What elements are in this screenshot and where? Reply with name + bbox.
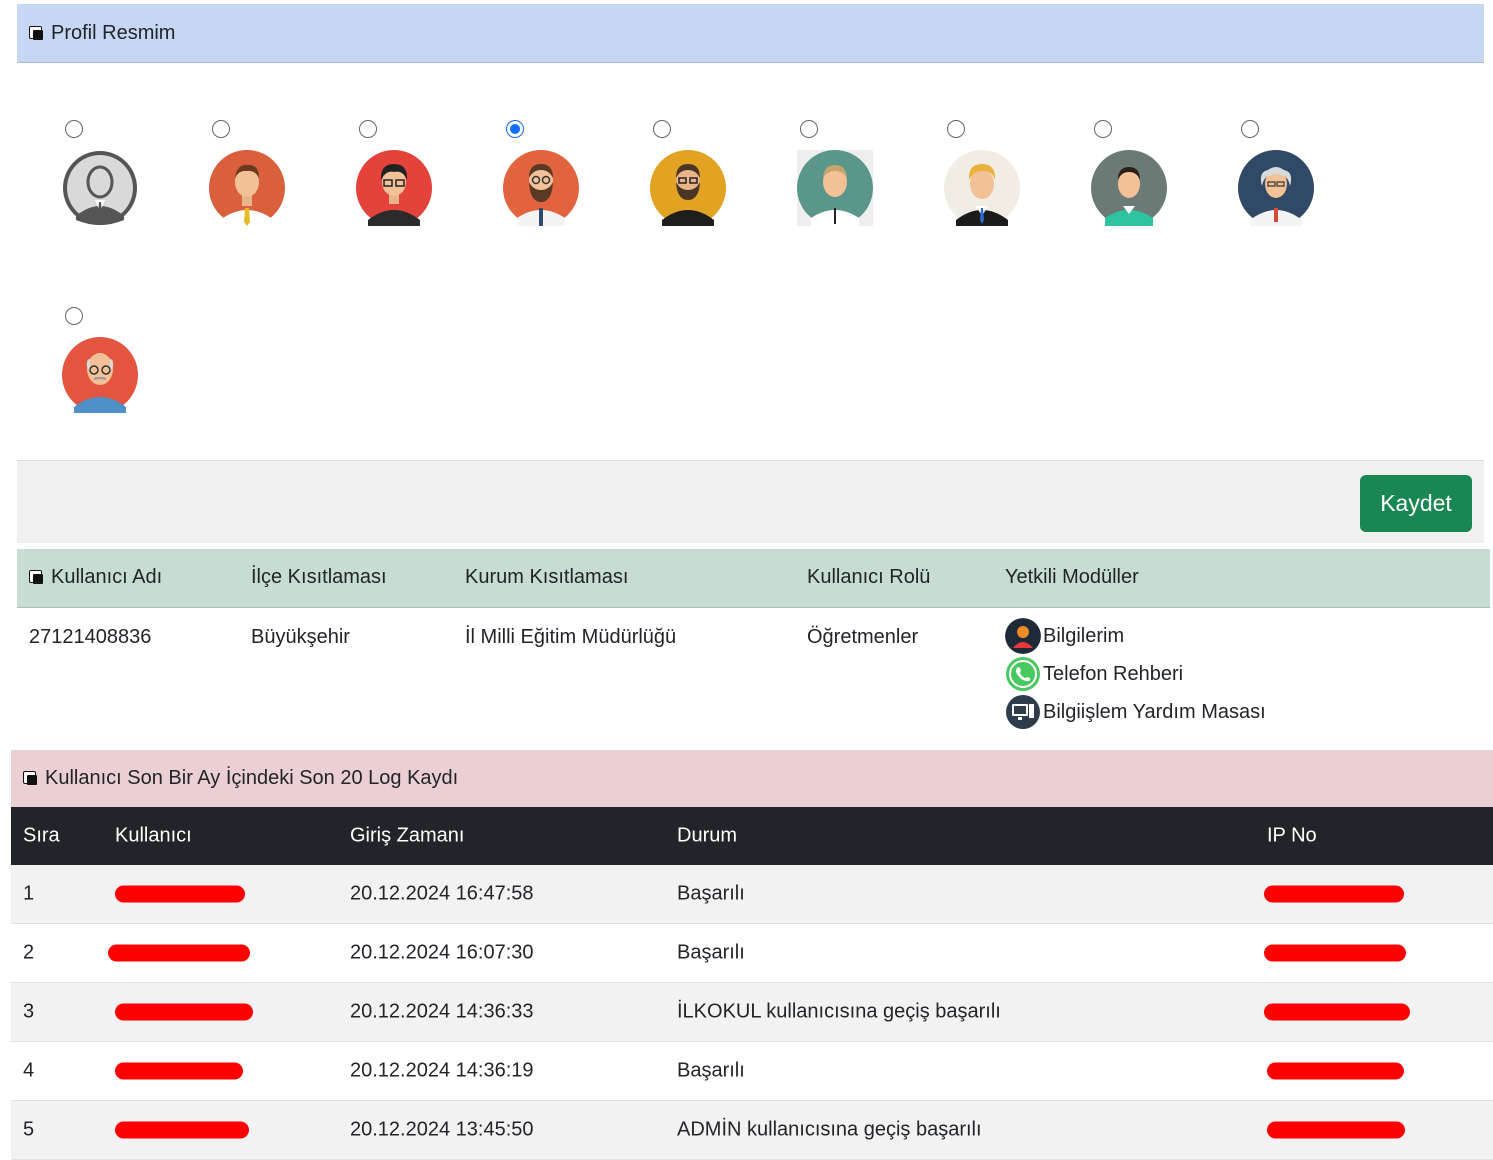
avatar-yellow-bearded-man-icon[interactable] — [650, 150, 726, 226]
avatar-option-6[interactable] — [797, 120, 880, 231]
avatar-option-5[interactable] — [650, 120, 733, 231]
module-item-bilgiislem-yardim-masasi[interactable]: Bilgiişlem Yardım Masası — [1005, 694, 1266, 730]
header-username: Kullanıcı Adı — [29, 566, 162, 589]
header-district: İlçe Kısıtlaması — [251, 566, 387, 588]
avatar-bearded-man-icon[interactable] — [503, 150, 579, 226]
avatar-option-7[interactable] — [944, 120, 1027, 231]
avatar-red-glasses-man-icon[interactable] — [356, 150, 432, 226]
profile-picture-card: Profil Resmim Kaydet — [17, 4, 1484, 543]
avatar-option-1[interactable] — [62, 120, 145, 231]
user-info-table: Kullanıcı Adı İlçe Kısıtlaması Kurum Kıs… — [17, 549, 1490, 748]
avatar-option-4[interactable] — [503, 120, 586, 231]
table-row: 5 20.12.2024 13:45:50 ADMİN kullanıcısın… — [11, 1101, 1493, 1160]
redacted-user — [115, 1062, 243, 1080]
avatar-radio-6[interactable] — [800, 120, 818, 138]
row-index: 3 — [23, 1000, 35, 1023]
log-table-header: Sıra Kullanıcı Giriş Zamanı Durum IP No — [11, 807, 1493, 865]
avatar-radio-2[interactable] — [212, 120, 230, 138]
log-card-title: Kullanıcı Son Bir Ay İçindeki Son 20 Log… — [45, 767, 459, 789]
user-profile-icon — [1005, 618, 1041, 654]
module-label: Bilgiişlem Yardım Masası — [1043, 700, 1266, 723]
row-index: 5 — [23, 1118, 35, 1141]
redacted-user — [115, 1121, 249, 1139]
avatar-radio-9[interactable] — [1241, 120, 1259, 138]
table-row: 3 20.12.2024 14:36:33 İLKOKUL kullanıcıs… — [11, 983, 1493, 1042]
avatar-option-2[interactable] — [209, 120, 292, 231]
table-row: 2 20.12.2024 16:07:30 Başarılı — [11, 924, 1493, 983]
row-time: 20.12.2024 14:36:33 — [350, 1000, 534, 1023]
save-button[interactable]: Kaydet — [1360, 475, 1472, 532]
user-table-row: 27121408836 Büyükşehir İl Milli Eğitim M… — [17, 608, 1490, 748]
row-index: 1 — [23, 882, 35, 905]
row-index: 4 — [23, 1059, 35, 1082]
redacted-ip — [1264, 944, 1406, 962]
phone-whatsapp-icon — [1006, 657, 1040, 691]
avatar-option-8[interactable] — [1091, 120, 1174, 231]
institution-value: İl Milli Eğitim Müdürlüğü — [465, 626, 677, 648]
avatar-blonde-man-icon[interactable] — [944, 150, 1020, 226]
header-user: Kullanıcı — [115, 824, 192, 847]
avatar-gray-man-icon[interactable] — [62, 150, 138, 226]
row-status: ADMİN kullanıcısına geçiş başarılı — [677, 1118, 982, 1141]
login-log-card: Kullanıcı Son Bir Ay İçindeki Son 20 Log… — [11, 750, 1493, 1160]
header-modules: Yetkili Modüller — [1005, 566, 1139, 588]
user-table-header: Kullanıcı Adı İlçe Kısıtlaması Kurum Kıs… — [17, 549, 1490, 608]
avatar-radio-4-selected[interactable] — [506, 120, 524, 138]
role-value: Öğretmenler — [807, 626, 919, 648]
row-index: 2 — [23, 941, 35, 964]
module-item-telefon-rehberi[interactable]: Telefon Rehberi — [1005, 656, 1183, 692]
avatar-orange-man-icon[interactable] — [209, 150, 285, 226]
header-ip: IP No — [1267, 824, 1317, 847]
table-row: 4 20.12.2024 14:36:19 Başarılı — [11, 1042, 1493, 1101]
header-index: Sıra — [23, 824, 60, 847]
avatar-radio-3[interactable] — [359, 120, 377, 138]
window-square-icon — [29, 25, 44, 41]
module-item-bilgilerim[interactable]: Bilgilerim — [1005, 618, 1124, 654]
avatar-option-10[interactable] — [62, 307, 145, 418]
avatar-radio-8[interactable] — [1094, 120, 1112, 138]
redacted-ip — [1267, 1062, 1404, 1080]
header-role: Kullanıcı Rolü — [807, 566, 931, 588]
avatar-radio-10[interactable] — [65, 307, 83, 325]
redacted-user — [115, 1003, 253, 1021]
profile-card-footer: Kaydet — [17, 460, 1484, 543]
row-status: Başarılı — [677, 882, 745, 905]
avatar-radio-5[interactable] — [653, 120, 671, 138]
district-value: Büyükşehir — [251, 626, 350, 648]
profile-card-header: Profil Resmim — [17, 4, 1484, 63]
row-time: 20.12.2024 14:36:19 — [350, 1059, 534, 1082]
module-label: Telefon Rehberi — [1043, 662, 1184, 685]
header-time: Giriş Zamanı — [350, 824, 465, 847]
avatar-green-man-icon[interactable] — [1091, 150, 1167, 226]
avatar-teal-man-icon[interactable] — [797, 150, 873, 226]
table-row: 1 20.12.2024 16:47:58 Başarılı — [11, 865, 1493, 924]
log-card-header: Kullanıcı Son Bir Ay İçindeki Son 20 Log… — [11, 750, 1493, 807]
row-status: Başarılı — [677, 941, 745, 964]
avatar-old-man-glasses-icon[interactable] — [62, 337, 138, 413]
username-value: 27121408836 — [29, 626, 152, 648]
avatar-radio-7[interactable] — [947, 120, 965, 138]
redacted-ip — [1267, 1121, 1405, 1139]
avatar-option-9[interactable] — [1238, 120, 1321, 231]
computer-support-icon — [1006, 695, 1040, 729]
row-status: Başarılı — [677, 1059, 745, 1082]
row-status: İLKOKUL kullanıcısına geçiş başarılı — [677, 1000, 1001, 1023]
redacted-ip — [1264, 885, 1404, 903]
avatar-old-scientist-icon[interactable] — [1238, 150, 1314, 226]
module-label: Bilgilerim — [1043, 624, 1125, 647]
avatar-option-3[interactable] — [356, 120, 439, 231]
row-time: 20.12.2024 16:47:58 — [350, 882, 534, 905]
row-time: 20.12.2024 16:07:30 — [350, 941, 534, 964]
header-institution: Kurum Kısıtlaması — [465, 566, 629, 588]
redacted-ip — [1264, 1003, 1410, 1021]
row-time: 20.12.2024 13:45:50 — [350, 1118, 534, 1141]
redacted-user — [115, 885, 245, 903]
profile-card-title: Profil Resmim — [51, 21, 176, 44]
avatar-radio-1[interactable] — [65, 120, 83, 138]
window-square-icon — [29, 570, 44, 585]
header-status: Durum — [677, 824, 738, 847]
redacted-user — [108, 944, 250, 962]
window-square-icon — [23, 771, 38, 786]
